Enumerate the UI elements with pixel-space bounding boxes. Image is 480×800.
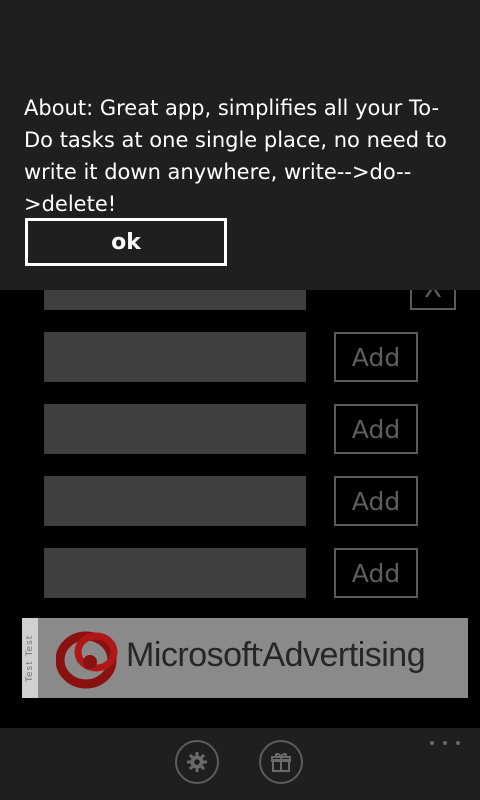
ad-brand-suffix: Advertising	[262, 636, 426, 674]
ad-banner[interactable]: Test Test Microsoft•Advertising	[22, 618, 468, 698]
task-input[interactable]	[44, 404, 306, 454]
ad-test-label: Test Test	[22, 618, 38, 698]
add-button[interactable]: Add	[334, 404, 418, 454]
task-input[interactable]	[44, 548, 306, 598]
ad-brand-text: Microsoft•Advertising	[126, 636, 426, 674]
ad-brand: Microsoft	[126, 636, 260, 674]
task-input[interactable]	[44, 332, 306, 382]
add-button[interactable]: Add	[334, 332, 418, 382]
gear-icon	[187, 752, 207, 772]
microsoft-advertising-logo-icon	[56, 631, 118, 689]
add-button[interactable]: Add	[334, 476, 418, 526]
add-button[interactable]: Add	[334, 548, 418, 598]
more-dots-icon[interactable]	[430, 738, 460, 748]
about-dialog: About: Great app, simplifies all your To…	[0, 0, 480, 290]
settings-button[interactable]	[175, 740, 219, 784]
gift-icon	[271, 753, 291, 772]
ok-button[interactable]: ok	[25, 218, 227, 266]
dialog-message: About: Great app, simplifies all your To…	[24, 96, 447, 216]
app-bar	[0, 728, 480, 800]
task-input[interactable]	[44, 476, 306, 526]
gift-button[interactable]	[259, 740, 303, 784]
